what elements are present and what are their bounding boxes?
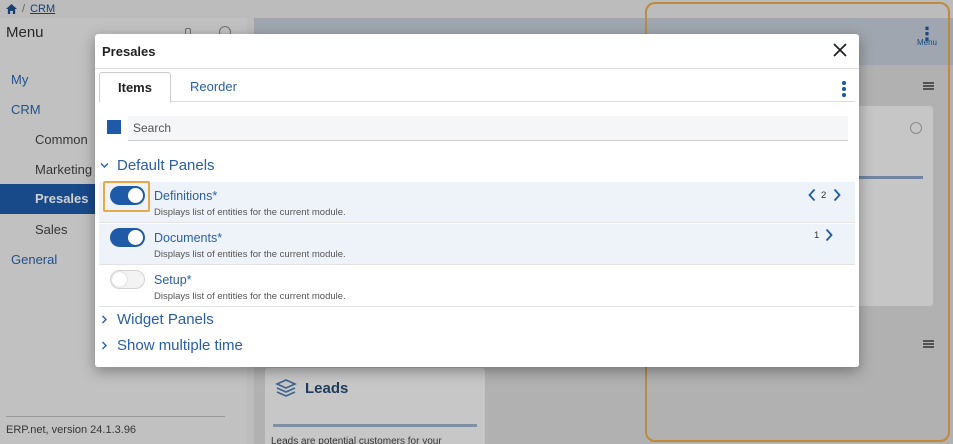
chevron-right-icon xyxy=(102,341,107,350)
tab-reorder[interactable]: Reorder xyxy=(172,72,255,103)
tab-bar: Items Reorder xyxy=(99,72,855,103)
dialog-title: Presales xyxy=(102,44,156,59)
item-description: Displays list of entities for the curren… xyxy=(154,249,346,260)
item-title[interactable]: Setup* xyxy=(154,273,192,287)
item-title[interactable]: Definitions* xyxy=(154,189,217,203)
group-label: Show multiple time xyxy=(117,337,243,354)
documents-toggle[interactable] xyxy=(110,228,145,247)
select-all-checkbox[interactable] xyxy=(107,120,121,134)
tab-items[interactable]: Items xyxy=(99,72,171,103)
more-options-icon[interactable] xyxy=(841,81,847,97)
item-description: Displays list of entities for the curren… xyxy=(154,207,346,218)
chevron-left-icon[interactable] xyxy=(807,188,817,202)
presales-dialog: Presales Items Reorder Default Panels De… xyxy=(95,34,859,367)
close-icon[interactable] xyxy=(831,41,849,59)
chevron-right-icon[interactable] xyxy=(824,228,834,242)
list-item: Documents* Displays list of entities for… xyxy=(99,224,855,265)
group-widget-panels[interactable]: Widget Panels xyxy=(100,311,214,328)
chevron-right-icon xyxy=(102,315,107,324)
item-count: 1 xyxy=(814,230,820,241)
chevron-right-icon[interactable] xyxy=(832,188,842,202)
group-label: Widget Panels xyxy=(117,311,214,328)
item-title[interactable]: Documents* xyxy=(154,231,222,245)
definitions-toggle[interactable] xyxy=(110,186,145,205)
item-count: 2 xyxy=(821,190,827,201)
list-item: Definitions* Displays list of entities f… xyxy=(99,181,855,223)
group-default-panels[interactable]: Default Panels xyxy=(100,157,215,174)
setup-toggle[interactable] xyxy=(110,270,145,289)
item-description: Displays list of entities for the curren… xyxy=(154,291,346,302)
group-show-multiple-time[interactable]: Show multiple time xyxy=(100,337,243,354)
dialog-header: Presales xyxy=(95,34,859,69)
group-label: Default Panels xyxy=(117,157,215,174)
chevron-down-icon xyxy=(100,163,109,168)
list-item: Setup* Displays list of entities for the… xyxy=(99,266,855,307)
search-input[interactable] xyxy=(128,116,848,141)
